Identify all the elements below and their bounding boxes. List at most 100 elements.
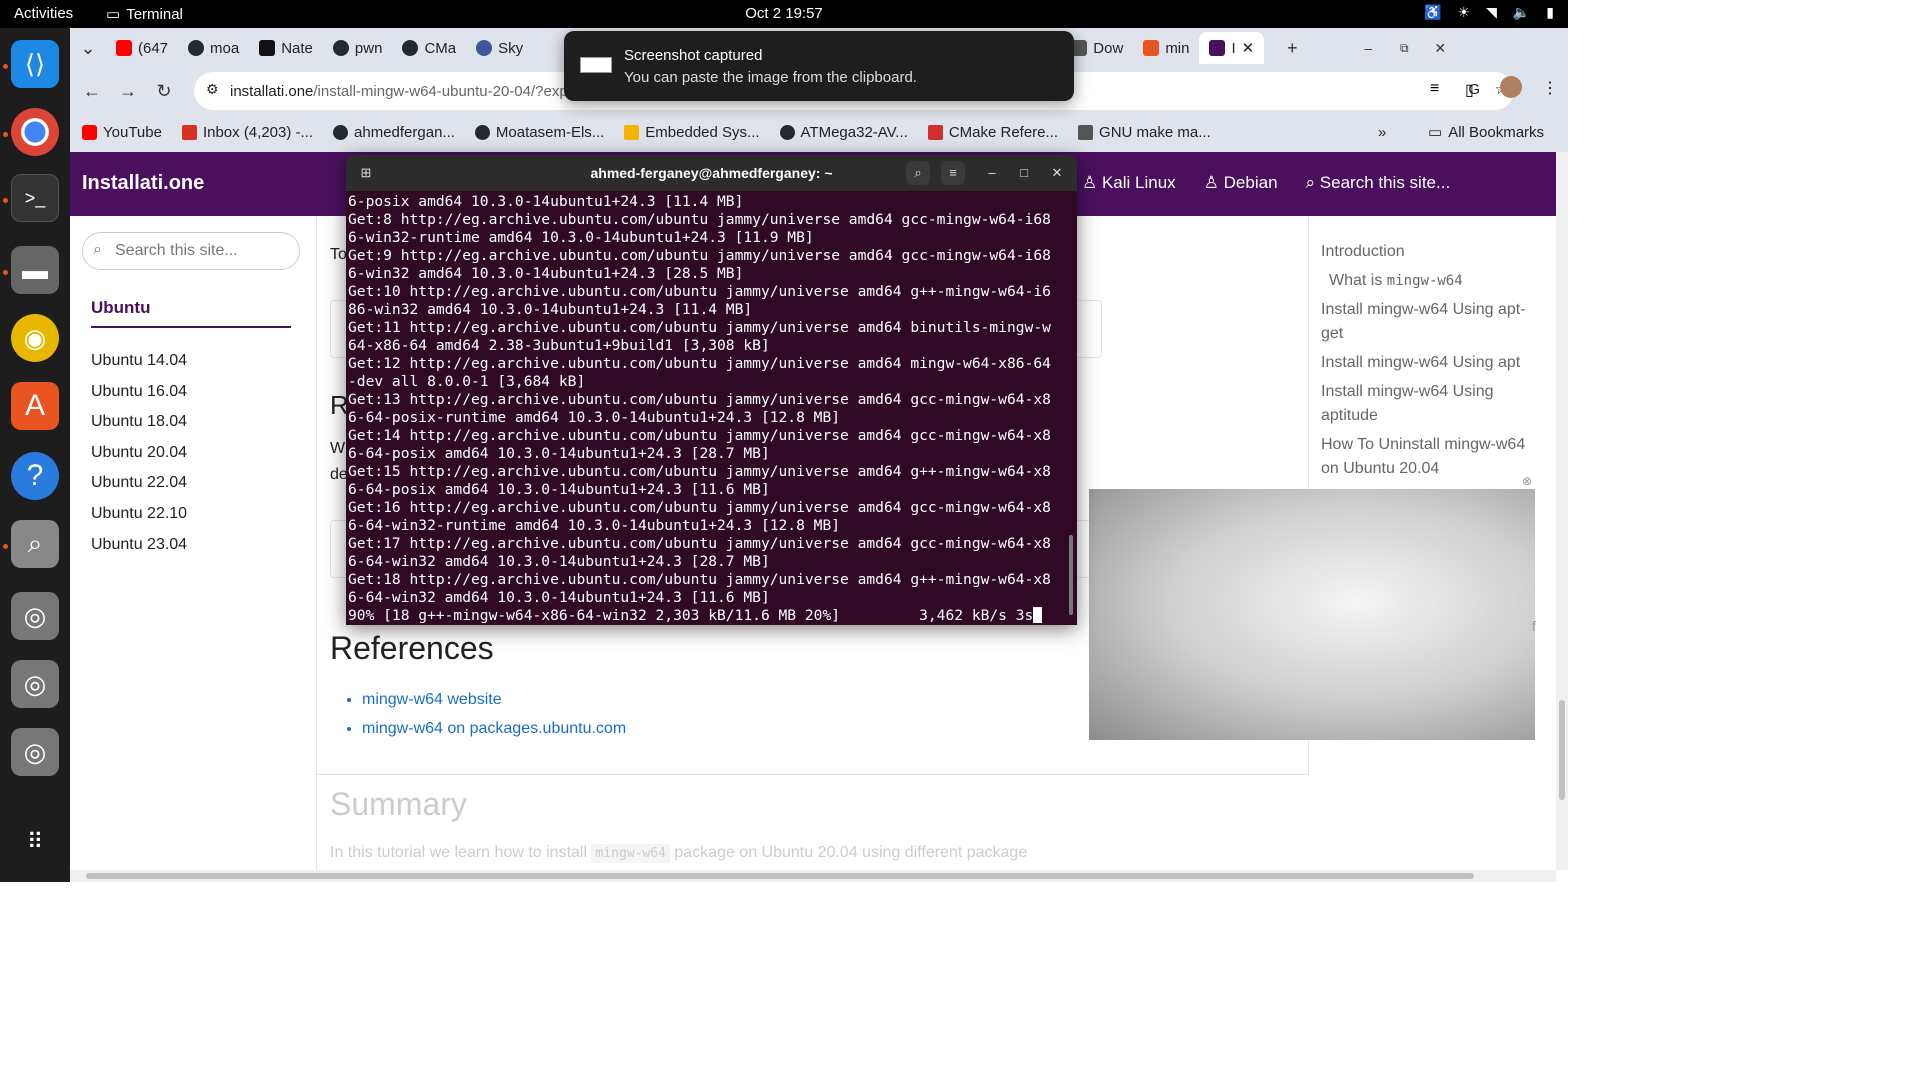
maximize-icon[interactable]: □ <box>1012 161 1036 185</box>
header-search[interactable]: ⌕ Search this site... <box>1306 173 1451 193</box>
reference-link[interactable]: mingw-w64 website <box>362 685 626 714</box>
restore-icon[interactable]: ⧉ <box>1386 41 1422 56</box>
github-icon <box>402 40 419 56</box>
software-icon[interactable]: A <box>11 382 59 430</box>
rhythmbox-icon[interactable]: ◉ <box>11 314 59 362</box>
screenshot-notification[interactable]: Screenshot captured You can paste the im… <box>564 31 1074 101</box>
terminal-line: 86-win32 amd64 10.3.0-14ubuntu1+24.3 [11… <box>348 301 753 318</box>
bookmark-gmail[interactable]: Inbox (4,203) -... <box>181 124 313 141</box>
scrollbar-thumb[interactable] <box>1559 700 1565 800</box>
toc-item[interactable]: Introduction <box>1321 240 1544 264</box>
toc-item[interactable]: Install mingw-w64 Using aptitude <box>1321 380 1544 428</box>
minimize-icon[interactable]: – <box>1350 40 1386 56</box>
minimize-icon[interactable]: – <box>980 161 1004 185</box>
side-panel-icon[interactable]: ▯ <box>1465 80 1474 100</box>
close-icon[interactable]: ✕ <box>1045 161 1069 185</box>
sidebar-item[interactable]: Ubuntu 22.04 <box>91 468 187 499</box>
avatar[interactable] <box>1500 76 1522 98</box>
terminal-line: Get:8 http://eg.archive.ubuntu.com/ubunt… <box>348 211 1051 228</box>
clock[interactable]: Oct 2 19:57 <box>0 5 1568 22</box>
search-icon: ⌕ <box>93 241 102 258</box>
disc-icon[interactable]: ◎ <box>11 592 59 640</box>
disc-icon[interactable]: ◎ <box>11 728 59 776</box>
close-tab-icon[interactable]: ✕ <box>1242 39 1255 57</box>
close-ad-icon[interactable]: ⊗ <box>1522 474 1532 488</box>
reference-link[interactable]: mingw-w64 on packages.ubuntu.com <box>362 714 626 743</box>
system-tray[interactable]: ♿ ☀ ◥ 🔈 ▮ <box>1424 4 1554 21</box>
accessibility-icon[interactable]: ♿ <box>1424 4 1441 21</box>
nav-debian[interactable]: ♙ Debian <box>1204 173 1278 193</box>
github-icon <box>474 124 490 140</box>
bookmark-github[interactable]: ATMega32-AV... <box>779 124 908 141</box>
browser-tab[interactable]: CMa <box>392 32 466 64</box>
scrollbar-thumb[interactable] <box>86 873 1474 879</box>
sidebar-item[interactable]: Ubuntu 20.04 <box>91 438 187 469</box>
terminal-window[interactable]: ⊞ ahmed-ferganey@ahmedferganey: ~ ⌕ ≡ – … <box>346 155 1077 625</box>
browser-tab[interactable]: min <box>1133 32 1199 64</box>
youtube-icon <box>82 124 97 140</box>
bookmark-github[interactable]: ahmedfergan... <box>333 124 455 141</box>
help-icon[interactable]: ? <box>11 452 59 500</box>
terminal-titlebar[interactable]: ⊞ ahmed-ferganey@ahmedferganey: ~ ⌕ ≡ – … <box>346 155 1077 191</box>
toc-item[interactable]: Install mingw-w64 Using apt-get <box>1321 298 1544 346</box>
browser-tab[interactable]: (647 <box>106 32 178 64</box>
references-section: References mingw-w64 website mingw-w64 o… <box>330 630 626 743</box>
files-icon[interactable]: ▬ <box>11 246 59 294</box>
media-icon[interactable]: ≡ <box>1430 80 1439 98</box>
terminal-title: ahmed-ferganey@ahmedferganey: ~ <box>590 165 833 181</box>
notification-body: You can paste the image from the clipboa… <box>624 69 917 86</box>
toc-item[interactable]: What is mingw-w64 <box>1321 269 1544 293</box>
sidebar-search-input[interactable]: ⌕ Search this site... <box>82 232 300 270</box>
terminal-icon[interactable]: >_ <box>11 174 59 222</box>
bookmark-cmake[interactable]: CMake Refere... <box>927 124 1058 141</box>
terminal-output[interactable]: 6-posix amd64 10.3.0-14ubuntu1+24.3 [11.… <box>348 193 1051 625</box>
image-viewer-icon[interactable]: ⌕ <box>11 520 59 568</box>
site-info-icon[interactable]: ⚙ <box>206 81 219 98</box>
toc-item[interactable]: Install mingw-w64 Using apt <box>1321 351 1544 375</box>
sidebar-title[interactable]: Ubuntu <box>91 298 150 318</box>
sidebar-item[interactable]: Ubuntu 18.04 <box>91 407 187 438</box>
top-bar: Activities ▭ Terminal Oct 2 19:57 ♿ ☀ ◥ … <box>0 0 1568 28</box>
sidebar-item[interactable]: Ubuntu 14.04 <box>91 346 187 377</box>
back-icon[interactable]: ← <box>74 81 110 102</box>
site-logo[interactable]: Installati.one <box>82 172 204 195</box>
new-tab-icon[interactable]: ⊞ <box>354 161 378 185</box>
hamburger-menu-icon[interactable]: ≡ <box>941 161 965 185</box>
sidebar-item[interactable]: Ubuntu 16.04 <box>91 377 187 408</box>
bookmark-drive[interactable]: Embedded Sys... <box>624 124 760 141</box>
forward-icon[interactable]: → <box>110 81 146 102</box>
nav-kali-linux[interactable]: ♙ Kali Linux <box>1082 173 1176 193</box>
disc-icon[interactable]: ◎ <box>11 660 59 708</box>
terminal-line: Get:17 http://eg.archive.ubuntu.com/ubun… <box>348 535 1051 552</box>
browser-tab[interactable]: moa <box>178 32 249 64</box>
github-icon <box>333 124 349 140</box>
sidebar-item[interactable]: Ubuntu 22.10 <box>91 499 187 530</box>
chrome-icon[interactable] <box>11 108 59 156</box>
active-browser-tab[interactable]: I ✕ <box>1199 32 1265 64</box>
tab-search-icon[interactable]: ⌄ <box>70 38 106 59</box>
vscode-icon[interactable]: ⟨⟩ <box>11 40 59 88</box>
menu-icon[interactable]: ⋮ <box>1542 78 1558 98</box>
vertical-scrollbar[interactable] <box>1556 152 1568 870</box>
bookmark-github[interactable]: Moatasem-Els... <box>474 124 604 141</box>
all-bookmarks-button[interactable]: ▭ All Bookmarks <box>1428 123 1544 142</box>
search-icon: ⌕ <box>1305 173 1320 192</box>
video-ad[interactable] <box>1089 489 1535 740</box>
horizontal-scrollbar[interactable] <box>70 870 1556 882</box>
browser-tab[interactable]: Sky <box>466 32 533 64</box>
reload-icon[interactable]: ↻ <box>146 81 182 102</box>
bookmarks-overflow-button[interactable]: » <box>1378 124 1386 141</box>
toc-item[interactable]: How To Uninstall mingw-w64 on Ubuntu 20.… <box>1321 433 1544 481</box>
divider <box>91 326 291 328</box>
bookmark-youtube[interactable]: YouTube <box>82 124 162 141</box>
browser-tab[interactable]: Nate <box>249 32 323 64</box>
sidebar-item[interactable]: Ubuntu 23.04 <box>91 530 187 561</box>
references-heading: References <box>330 630 494 666</box>
new-tab-icon[interactable]: + <box>1274 38 1310 59</box>
terminal-scrollbar[interactable] <box>1069 535 1073 615</box>
app-grid-icon[interactable]: ⠿ <box>11 818 59 866</box>
browser-tab[interactable]: pwn <box>323 32 393 64</box>
close-window-icon[interactable]: ✕ <box>1422 40 1458 57</box>
bookmark-gnu[interactable]: GNU make ma... <box>1078 124 1211 141</box>
search-icon[interactable]: ⌕ <box>906 161 930 185</box>
